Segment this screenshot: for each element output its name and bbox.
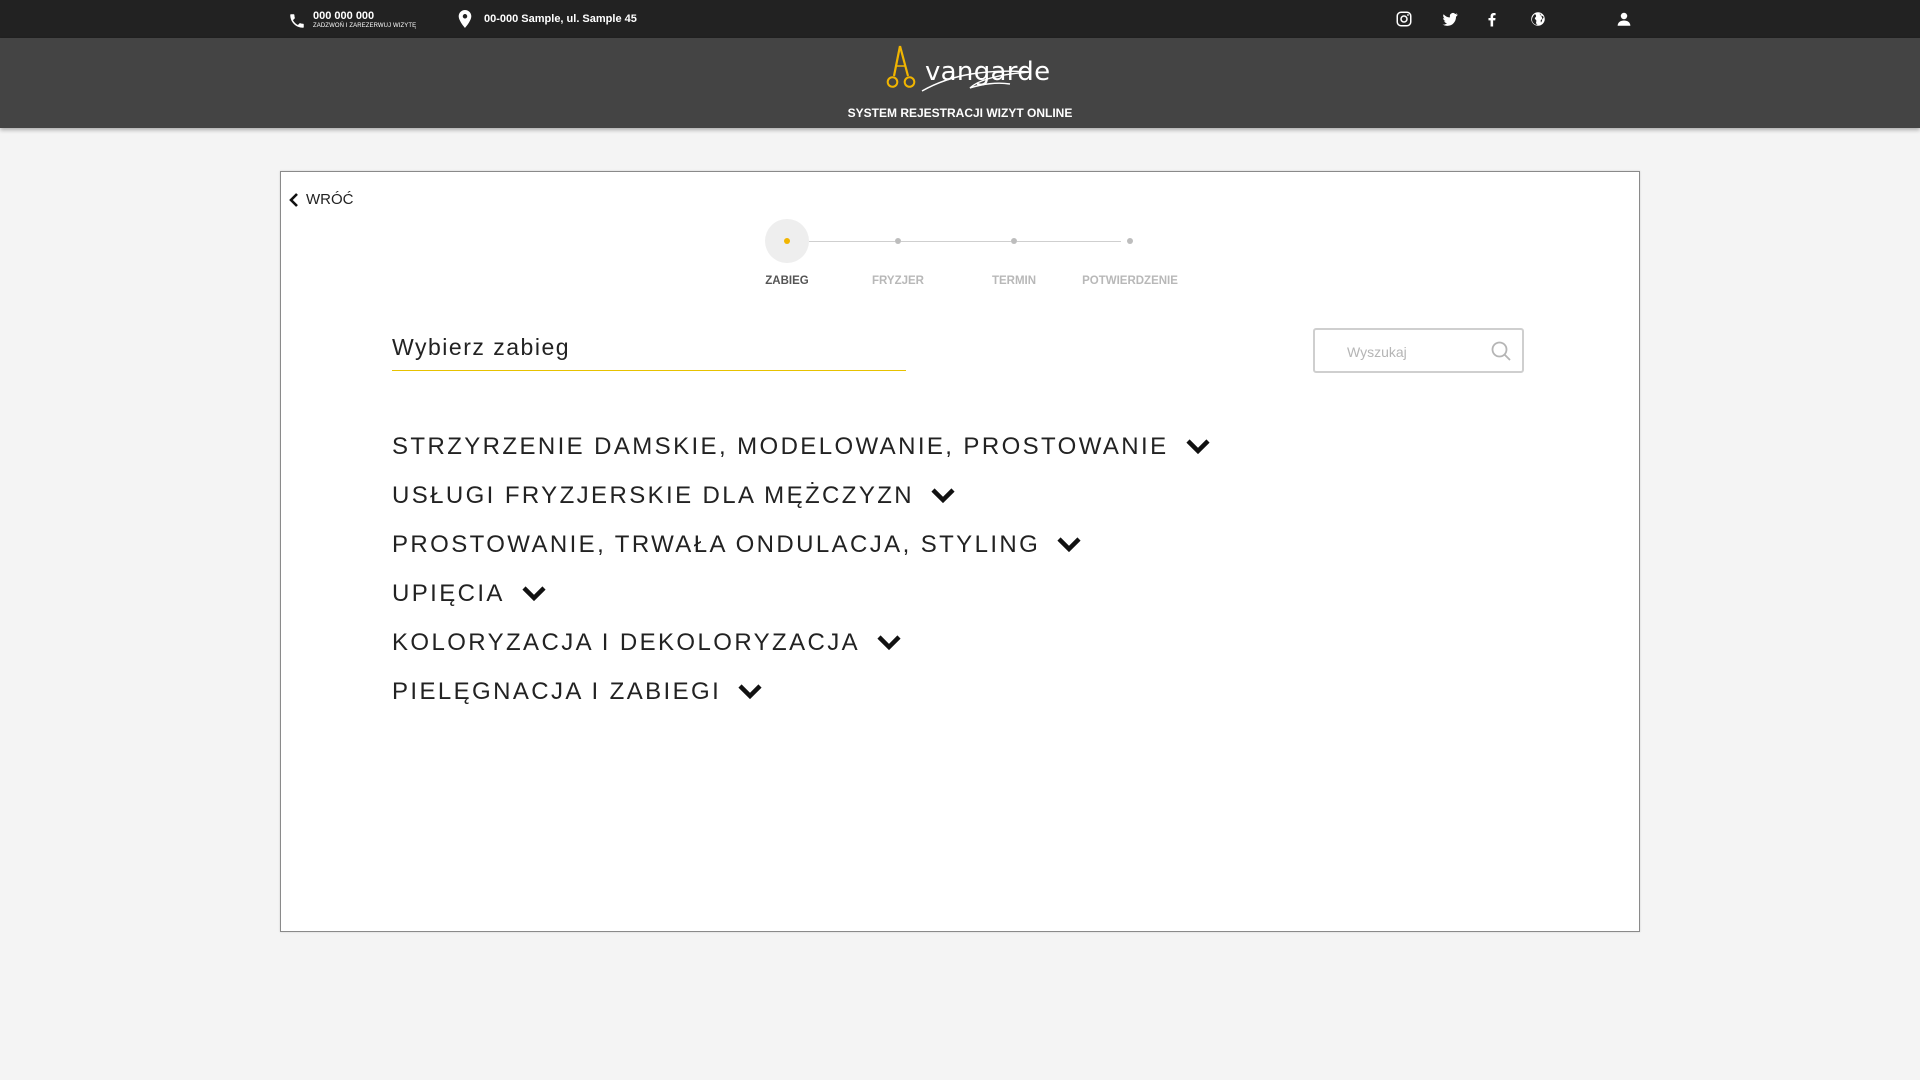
category-item[interactable]: PROSTOWANIE, TRWAŁA ONDULACJA, STYLING (392, 520, 1211, 569)
category-label: PIELĘGNACJA I ZABIEGI (392, 677, 722, 705)
search-input[interactable] (1345, 341, 1489, 363)
step-label-zabieg: ZABIEG (765, 275, 809, 287)
category-label: PROSTOWANIE, TRWAŁA ONDULACJA, STYLING (392, 530, 1041, 558)
phone-icon (290, 14, 304, 28)
twitter-icon[interactable] (1440, 9, 1460, 29)
active-step-dot (784, 238, 790, 244)
step-label-fryzjer: FRYZJER (872, 275, 924, 287)
step-label-potwierdzenie: POTWIERDZENIE (1082, 275, 1178, 287)
site-tagline: SYSTEM REJESTRACJI WIZYT ONLINE (847, 106, 1073, 120)
booking-stepper: ZABIEG FRYZJER TERMIN POTWIERDZENIE (763, 216, 1178, 296)
section-heading: Wybierz zabieg (392, 334, 906, 371)
step-connector (1017, 241, 1121, 242)
chevron-down-icon (522, 586, 546, 602)
booking-card: WRÓĆ ZABIEG FRYZJER TERMIN POTWIERDZENIE… (280, 171, 1640, 932)
category-item[interactable]: USŁUGI FRYZJERSKIE DLA MĘŻCZYZN (392, 471, 1211, 520)
category-item[interactable]: PIELĘGNACJA I ZABIEGI (392, 667, 1211, 716)
page-title: Wybierz zabieg (392, 334, 571, 360)
category-item[interactable]: STRZYRZENIE DAMSKIE, MODELOWANIE, PROSTO… (392, 422, 1211, 471)
chevron-left-icon (289, 192, 298, 207)
step-label-termin: TERMIN (991, 275, 1037, 287)
category-item[interactable]: UPIĘCIA (392, 569, 1211, 618)
category-item[interactable]: KOLORYZACJA I DEKOLORYZACJA (392, 618, 1211, 667)
step-connector (809, 241, 895, 242)
step-potwierdzenie-marker[interactable] (1127, 238, 1133, 244)
category-label: KOLORYZACJA I DEKOLORYZACJA (392, 628, 861, 656)
top-bar: 000 000 000 ZADZWOŃ I ZAREZERWUJ WIZYTĘ … (0, 0, 1920, 38)
chevron-down-icon (877, 635, 901, 651)
location-pin-icon (458, 10, 472, 28)
search-icon[interactable] (1490, 340, 1512, 362)
step-termin-marker[interactable] (1011, 238, 1017, 244)
address: 00-000 Sample, ul. Sample 45 (458, 10, 637, 28)
chevron-down-icon (1185, 439, 1210, 455)
instagram-icon[interactable] (1394, 9, 1414, 29)
user-icon[interactable] (1614, 9, 1634, 29)
address-text: 00-000 Sample, ul. Sample 45 (484, 13, 637, 25)
chevron-down-icon (931, 488, 955, 504)
category-list: STRZYRZENIE DAMSKIE, MODELOWANIE, PROSTO… (392, 422, 1211, 716)
step-connector (901, 241, 1011, 242)
category-label: UPIĘCIA (392, 579, 505, 607)
site-header: vangarde SYSTEM REJESTRACJI WIZYT ONLINE (0, 38, 1920, 128)
logo-text: vangarde (925, 57, 1051, 87)
chevron-down-icon (1057, 537, 1081, 553)
category-label: USŁUGI FRYZJERSKIE DLA MĘŻCZYZN (392, 481, 915, 509)
step-fryzjer-marker[interactable] (895, 238, 901, 244)
phone-contact[interactable]: 000 000 000 ZADZWOŃ I ZAREZERWUJ WIZYTĘ (288, 10, 416, 30)
phone-number[interactable]: 000 000 000 (313, 10, 416, 22)
chevron-down-icon (738, 684, 762, 700)
globe-icon[interactable] (1528, 9, 1548, 29)
search-box[interactable] (1313, 328, 1524, 373)
category-label: STRZYRZENIE DAMSKIE, MODELOWANIE, PROSTO… (392, 432, 1169, 460)
back-label: WRÓĆ (306, 191, 354, 208)
facebook-icon[interactable] (1482, 9, 1502, 29)
back-button[interactable]: WRÓĆ (289, 191, 354, 208)
phone-caption: ZADZWOŃ I ZAREZERWUJ WIZYTĘ (313, 23, 417, 29)
